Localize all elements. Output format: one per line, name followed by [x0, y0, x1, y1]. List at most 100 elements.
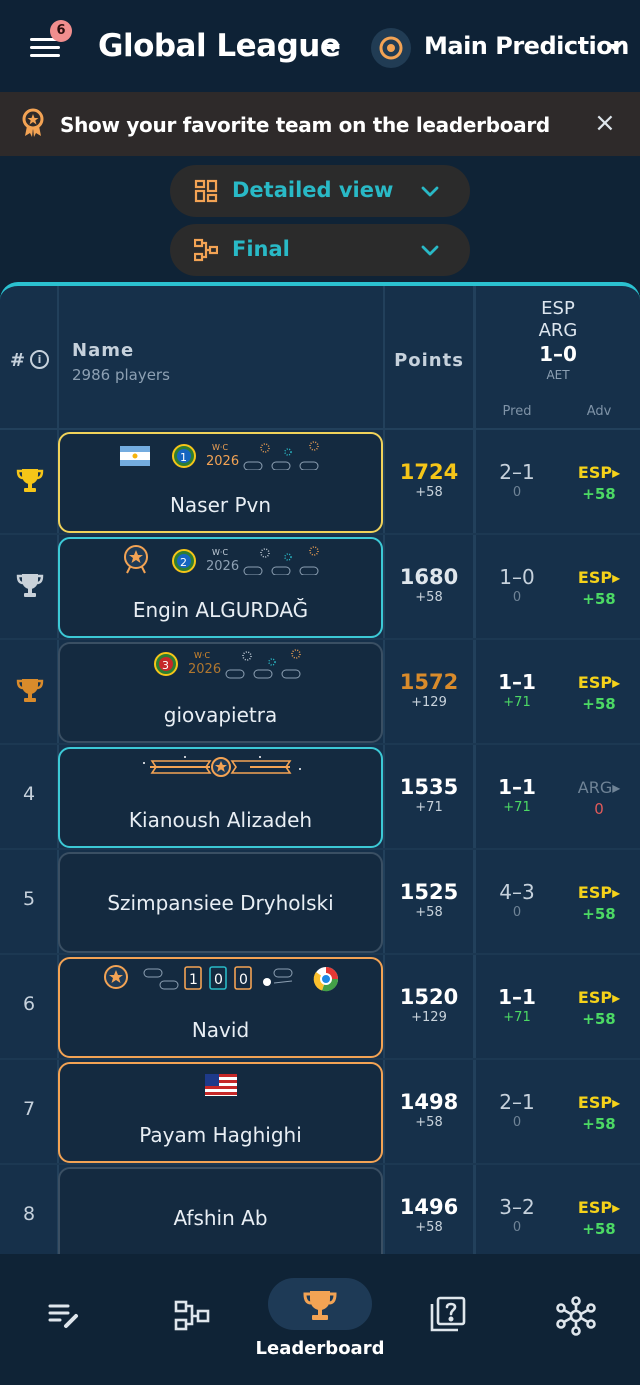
banner-text: Show your favorite team on the leaderboa…	[60, 113, 550, 137]
advance-points: +58	[582, 1010, 616, 1028]
prediction-points: 0	[512, 905, 522, 920]
player-card[interactable]: Szimpansiee Dryholski	[58, 852, 383, 953]
points-cell: 1525 +58	[384, 880, 474, 922]
points-value: 1520	[399, 985, 459, 1009]
leaderboard-tab-label[interactable]: Leaderboard	[240, 1338, 400, 1359]
points-cell: 1572 +129	[384, 670, 474, 712]
soccer-ball-icon[interactable]	[371, 28, 411, 68]
match-team1: ESP	[541, 298, 575, 319]
points-delta: +129	[411, 695, 447, 710]
advance-points: +58	[582, 485, 616, 503]
match-header[interactable]: ESP ARG 1–0 AET	[476, 298, 640, 384]
prediction-points: 0	[512, 1220, 522, 1235]
player-card[interactable]: 3 W·C 2026 giovapietra	[58, 642, 383, 743]
rank-number: 6	[22, 993, 36, 1015]
points-delta: +58	[415, 590, 443, 605]
badge-number: 1	[180, 451, 187, 464]
badge-year: 2026	[188, 662, 221, 677]
bracket-icon[interactable]	[174, 1298, 210, 1338]
table-row[interactable]: 4 Kianoush Alizadeh 1535 +71 1–1 +71 ARG…	[0, 745, 640, 850]
points-delta: +58	[415, 905, 443, 920]
points-header[interactable]: Points	[384, 350, 474, 371]
trophy-icon[interactable]	[302, 1288, 338, 1326]
league-title[interactable]: Global League	[98, 28, 341, 64]
badge-year: 2026	[206, 559, 239, 574]
chevron-down-icon	[420, 240, 440, 264]
rank-number: 4	[22, 783, 36, 805]
match-team2: ARG	[538, 320, 578, 341]
advance-team: ESP▸	[577, 1198, 621, 1217]
players-count: 2986 players	[72, 366, 170, 384]
prediction-title[interactable]: Main Prediction	[424, 32, 629, 60]
prediction-score: 4–3	[499, 880, 535, 904]
bottom-nav: Leaderboard	[0, 1254, 640, 1385]
prediction-cell: 1–1 +71	[476, 775, 558, 817]
table-row[interactable]: 6 1 0 0 Navid 1520 +129 1–1 +71 ESP▸ +58	[0, 955, 640, 1060]
bronze-trophy-icon	[16, 676, 44, 708]
table-row[interactable]: 5 Szimpansiee Dryholski 1525 +58 4–3 0 E…	[0, 850, 640, 955]
advance-cell: ESP▸ +58	[558, 567, 640, 609]
notification-badge: 6	[50, 20, 72, 42]
prediction-score: 1–0	[499, 565, 535, 589]
bracket-icon	[193, 238, 219, 266]
player-name: Engin ALGURDAĞ	[132, 598, 309, 622]
advance-points: +58	[582, 590, 616, 608]
points-cell: 1520 +129	[384, 985, 474, 1027]
table-row[interactable]: 2 W·C 2026 Engin ALGURDAĞ 1680 +58 1–0 0…	[0, 535, 640, 640]
round-dropdown[interactable]: Final	[170, 224, 470, 276]
rank-number: 8	[22, 1203, 36, 1225]
points-delta: +129	[411, 1010, 447, 1025]
prediction-score: 2–1	[499, 460, 535, 484]
table-row[interactable]: 1 W·C 2026 Naser Pvn 1724 +58 2–1 0 ESP▸…	[0, 430, 640, 535]
favorite-team-banner[interactable]: Show your favorite team on the leaderboa…	[0, 92, 640, 156]
gold-trophy-icon	[16, 466, 44, 498]
badge-number: 3	[162, 659, 169, 672]
table-row[interactable]: 7 Payam Haghighi 1498 +58 2–1 0 ESP▸ +58	[0, 1060, 640, 1165]
prediction-cell: 2–1 0	[476, 460, 558, 502]
leaderboard-table: # i Name 2986 players Points ESP ARG 1–0…	[0, 282, 640, 1254]
badge-digit: 1	[189, 972, 198, 988]
info-icon[interactable]: i	[30, 350, 49, 369]
prediction-points: +71	[503, 800, 531, 815]
points-value: 1535	[399, 775, 459, 799]
advance-team: ESP▸	[577, 883, 621, 902]
table-row[interactable]: 8 Afshin Ab 1496 +58 3–2 0 ESP▸ +58	[0, 1165, 640, 1254]
prediction-score: 1–1	[498, 670, 536, 694]
quiz-icon[interactable]	[430, 1296, 466, 1336]
name-header[interactable]: Name	[72, 340, 134, 361]
advance-points: +58	[582, 1115, 616, 1133]
points-value: 1525	[399, 880, 459, 904]
advance-team: ESP▸	[577, 988, 621, 1007]
prediction-caret-icon[interactable]	[608, 44, 622, 52]
advance-cell: ESP▸ +58	[558, 987, 640, 1029]
network-icon[interactable]	[556, 1296, 596, 1340]
advance-points: 0	[594, 800, 604, 818]
player-card[interactable]: 1 W·C 2026 Naser Pvn	[58, 432, 383, 533]
player-name: Szimpansiee Dryholski	[107, 891, 334, 915]
prediction-points: 0	[512, 1115, 522, 1130]
badge-wc: W·C	[212, 443, 228, 452]
player-name: Kianoush Alizadeh	[128, 808, 313, 832]
player-name: Navid	[191, 1018, 250, 1042]
advance-team: ESP▸	[577, 568, 621, 587]
view-dropdown-label: Detailed view	[232, 178, 394, 202]
league-caret-icon[interactable]	[326, 44, 340, 52]
view-dropdown[interactable]: Detailed view	[170, 165, 470, 217]
player-card[interactable]: 1 0 0 Navid	[58, 957, 383, 1058]
prediction-cell: 4–3 0	[476, 880, 558, 922]
player-card[interactable]: Payam Haghighi	[58, 1062, 383, 1163]
player-card[interactable]: Afshin Ab	[58, 1167, 383, 1254]
chevron-down-icon	[420, 181, 440, 205]
player-card[interactable]: Kianoush Alizadeh	[58, 747, 383, 848]
advance-points: +58	[582, 1220, 616, 1238]
player-badges: 2 W·C 2026	[60, 543, 381, 576]
player-card[interactable]: 2 W·C 2026 Engin ALGURDAĞ	[58, 537, 383, 638]
close-icon[interactable]: ×	[594, 108, 616, 138]
points-delta: +71	[415, 800, 443, 815]
prediction-points: 0	[512, 590, 522, 605]
badge-year: 2026	[206, 454, 239, 469]
advance-cell: ESP▸ +58	[558, 1197, 640, 1239]
table-row[interactable]: 3 W·C 2026 giovapietra 1572 +129 1–1 +71…	[0, 640, 640, 745]
match-score: 1–0	[539, 342, 577, 366]
predictions-icon[interactable]	[46, 1298, 80, 1336]
